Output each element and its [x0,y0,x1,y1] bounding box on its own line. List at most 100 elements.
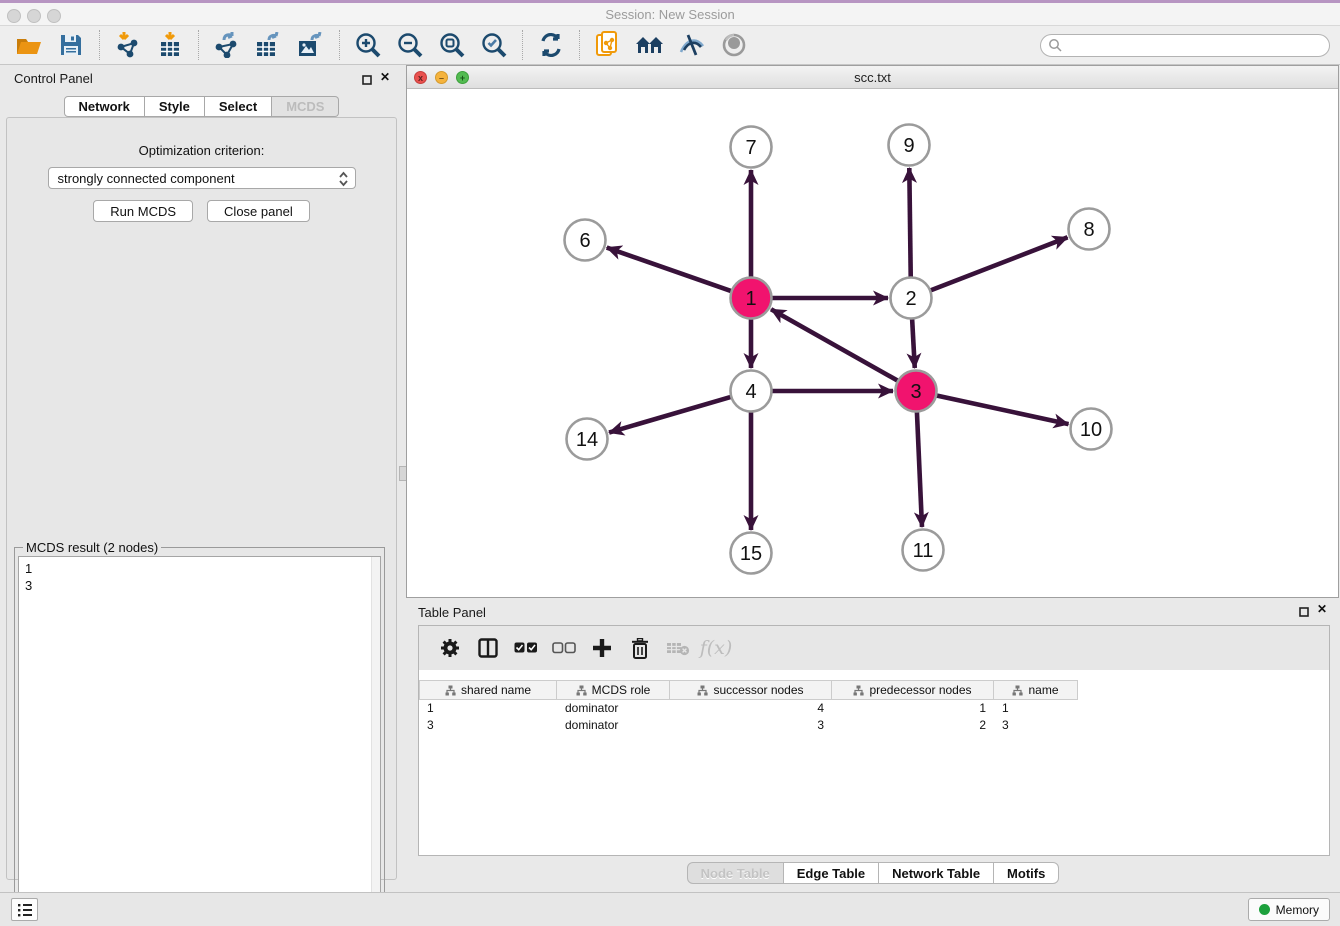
table-toolbar: f(x) [419,626,1329,670]
table-cell[interactable]: dominator [557,700,670,717]
tab-motifs[interactable]: Motifs [994,862,1059,884]
graph-edge-2-3[interactable] [912,319,915,368]
hide-selected-button[interactable] [675,29,709,61]
open-file-button[interactable] [12,29,46,61]
network-window-title: scc.txt [407,70,1338,85]
network-canvas[interactable]: 7968124314101511 [407,89,1338,597]
function-builder-icon: f(x) [700,637,733,659]
column-header-name[interactable]: name [994,680,1078,700]
mcds-result-text[interactable]: 13 [18,556,381,921]
delete-column-button[interactable] [621,630,659,666]
open-file-icon [16,34,43,56]
graph-edge-2-8[interactable] [931,237,1068,290]
zoom-in-icon [355,32,381,58]
table-cell[interactable]: 3 [419,717,557,734]
import-table-icon [159,32,181,58]
graph-edge-2-9[interactable] [909,168,910,277]
select-all-columns-button[interactable] [507,630,545,666]
tab-mcds[interactable]: MCDS [272,96,339,117]
table-cell[interactable]: 1 [994,700,1078,717]
add-column-button[interactable] [583,630,621,666]
table-cell[interactable]: 2 [832,717,994,734]
optimization-criterion-select[interactable]: strongly connected component [48,167,356,189]
unselect-all-columns-button[interactable] [545,630,583,666]
column-header-MCDS-role[interactable]: MCDS role [557,680,670,700]
graph-node-label: 6 [579,230,590,252]
close-panel-button[interactable]: Close panel [207,200,310,222]
graph-edge-4-14[interactable] [609,397,731,433]
column-header-label: name [1028,683,1058,697]
hierarchy-icon [445,685,456,696]
table-cell[interactable]: 4 [670,700,832,717]
column-header-predecessor-nodes[interactable]: predecessor nodes [832,680,994,700]
function-builder-button[interactable]: f(x) [697,630,735,666]
export-image-button[interactable] [294,29,328,61]
new-network-from-selection-button[interactable] [591,29,625,61]
graph-edge-1-6[interactable] [607,248,731,291]
table-header-row: shared nameMCDS rolesuccessor nodesprede… [419,680,1078,700]
tab-edge-table[interactable]: Edge Table [784,862,879,884]
close-icon[interactable]: ✕ [380,70,390,84]
gear-icon [439,637,461,659]
tab-network-table[interactable]: Network Table [879,862,994,884]
mcds-result-title: MCDS result (2 nodes) [23,540,161,555]
node-table: f(x) shared nameMCDS rolesuccessor nodes… [418,625,1330,856]
result-scrollbar[interactable] [371,557,380,920]
close-icon[interactable]: ✕ [1317,602,1327,616]
toolbar-separator [198,30,199,60]
zoom-out-button[interactable] [393,29,427,61]
zoom-fit-button[interactable] [435,29,469,61]
zoom-selected-button[interactable] [477,29,511,61]
delete-table-icon [666,640,690,656]
tab-select[interactable]: Select [205,96,272,117]
hierarchy-icon [853,685,864,696]
table-cell[interactable]: dominator [557,717,670,734]
import-network-button[interactable] [111,29,145,61]
search-input[interactable] [1063,37,1329,55]
show-all-button[interactable] [717,29,751,61]
run-mcds-button[interactable]: Run MCDS [93,200,193,222]
first-neighbors-icon [635,34,665,56]
float-window-icon[interactable] [362,72,372,90]
task-history-button[interactable] [11,898,38,921]
mcds-result-line: 3 [25,577,374,594]
hierarchy-icon [697,685,708,696]
add-column-icon [592,638,612,658]
first-neighbors-button[interactable] [633,29,667,61]
float-window-icon[interactable] [1299,604,1309,622]
table-cell[interactable]: 3 [994,717,1078,734]
tab-node-table[interactable]: Node Table [687,862,784,884]
table-row[interactable]: 3dominator323 [419,717,1329,734]
chevron-up-down-icon [338,171,349,190]
toolbar-separator [522,30,523,60]
hide-selected-icon [678,34,706,56]
table-cell[interactable]: 1 [419,700,557,717]
import-table-button[interactable] [153,29,187,61]
tab-network[interactable]: Network [64,96,145,117]
delete-table-button[interactable] [659,630,697,666]
memory-button[interactable]: Memory [1248,898,1330,921]
column-header-successor-nodes[interactable]: successor nodes [670,680,832,700]
control-panel-header: Control Panel ✕ [0,65,403,91]
column-header-shared-name[interactable]: shared name [419,680,557,700]
save-session-button[interactable] [54,29,88,61]
export-network-button[interactable] [210,29,244,61]
table-row[interactable]: 1dominator411 [419,700,1329,717]
split-columns-button[interactable] [469,630,507,666]
tab-style[interactable]: Style [145,96,205,117]
gear-button[interactable] [431,630,469,666]
search-box[interactable] [1040,34,1330,57]
table-cell[interactable]: 3 [670,717,832,734]
zoom-in-button[interactable] [351,29,385,61]
export-table-button[interactable] [252,29,286,61]
apply-layout-button[interactable] [534,29,568,61]
graph-node-label: 7 [745,137,756,159]
graph-edge-3-1[interactable] [771,309,898,380]
graph-edge-3-10[interactable] [937,395,1069,424]
graph-node-label: 8 [1083,219,1094,241]
network-window-titlebar[interactable]: x – + scc.txt [407,66,1338,89]
graph-node-label: 1 [745,288,756,310]
toolbar-separator [579,30,580,60]
table-cell[interactable]: 1 [832,700,994,717]
graph-edge-3-11[interactable] [917,412,922,527]
